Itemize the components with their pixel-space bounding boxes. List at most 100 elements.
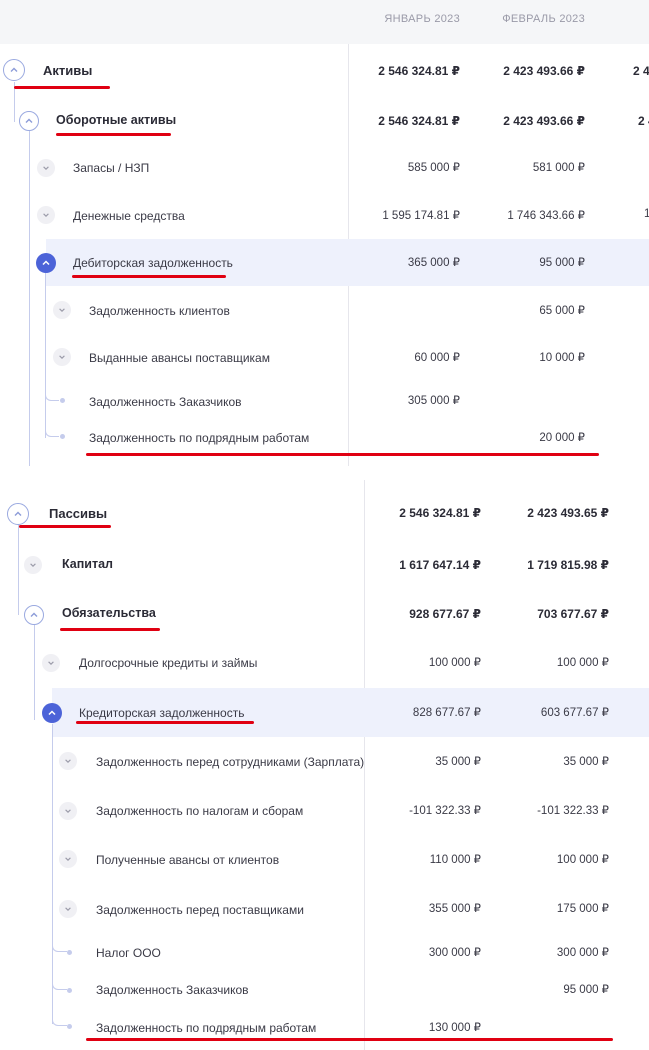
chevron-down-icon bbox=[59, 355, 65, 359]
chevron-down-icon bbox=[65, 857, 71, 861]
leaf-dot bbox=[67, 1024, 72, 1029]
expand-toggle-long-term-loans[interactable] bbox=[42, 654, 60, 672]
leaf-dot bbox=[60, 434, 65, 439]
collapse-toggle-current-assets[interactable] bbox=[19, 111, 39, 131]
leaf-dot bbox=[67, 950, 72, 955]
cell-inventory-jan: 585 000 ₽ bbox=[407, 162, 460, 174]
tree-line bbox=[34, 625, 35, 720]
chevron-down-icon bbox=[65, 907, 71, 911]
tree-elbow bbox=[52, 1016, 67, 1026]
panel-separator bbox=[0, 466, 649, 480]
chevron-down-icon bbox=[30, 563, 36, 567]
cell-contract-work-debt-l-jan: 130 000 ₽ bbox=[428, 1022, 481, 1034]
chevron-up-icon bbox=[25, 118, 33, 123]
tree-elbow bbox=[52, 980, 67, 990]
assets-panel: ЯНВАРЬ 2023 ФЕВРАЛЬ 2023 Активы 2 546 32… bbox=[0, 0, 649, 466]
chevron-down-icon bbox=[43, 166, 49, 170]
chevron-down-icon bbox=[59, 308, 65, 312]
chevron-up-icon bbox=[30, 612, 38, 617]
collapse-toggle-liabilities[interactable] bbox=[7, 503, 29, 525]
cell-salary-debt-feb: 35 000 ₽ bbox=[563, 756, 609, 768]
row-label-contract-work-debt-l: Задолженность по подрядным работам bbox=[96, 1021, 317, 1035]
row-label-advances-received: Полученные авансы от клиентов bbox=[96, 853, 280, 867]
tree-elbow bbox=[45, 428, 59, 437]
expand-toggle-client-debt[interactable] bbox=[53, 301, 71, 319]
collapse-toggle-assets[interactable] bbox=[3, 59, 25, 81]
chevron-down-icon bbox=[48, 661, 54, 665]
chevron-down-icon bbox=[65, 759, 71, 763]
cell-client-debt-feb: 65 000 ₽ bbox=[539, 305, 585, 317]
tree-line bbox=[45, 273, 46, 438]
cell-cash-overflow: 1 bbox=[644, 208, 649, 220]
expand-toggle-inventory[interactable] bbox=[37, 159, 55, 177]
cell-long-term-loans-feb: 100 000 ₽ bbox=[556, 657, 609, 669]
row-label-supplier-debt: Задолженность перед поставщиками bbox=[96, 903, 304, 917]
row-label-llc-tax: Налог ООО bbox=[96, 946, 161, 960]
expand-toggle-advances-received[interactable] bbox=[59, 850, 77, 868]
row-label-inventory: Запасы / НЗП bbox=[73, 161, 150, 175]
row-label-customer-debt: Задолженность Заказчиков bbox=[89, 395, 242, 409]
annotation-underline bbox=[86, 1038, 613, 1041]
expand-toggle-supplier-debt[interactable] bbox=[59, 900, 77, 918]
cell-customer-debt-jan: 305 000 ₽ bbox=[407, 395, 460, 407]
cell-supplier-debt-feb: 175 000 ₽ bbox=[556, 903, 609, 915]
cell-capital-feb: 1 719 815.98 ₽ bbox=[527, 558, 609, 572]
chevron-down-icon bbox=[43, 213, 49, 217]
cell-payables-jan: 828 677.67 ₽ bbox=[412, 707, 481, 719]
cell-llc-tax-jan: 300 000 ₽ bbox=[428, 947, 481, 959]
annotation-underline bbox=[14, 86, 110, 89]
cell-inventory-feb: 581 000 ₽ bbox=[532, 162, 585, 174]
leaf-dot bbox=[60, 398, 65, 403]
row-label-client-debt: Задолженность клиентов bbox=[89, 304, 230, 318]
expand-toggle-advances-paid[interactable] bbox=[53, 348, 71, 366]
cell-current-assets-feb: 2 423 493.66 ₽ bbox=[503, 114, 585, 128]
cell-assets-feb: 2 423 493.66 ₽ bbox=[503, 64, 585, 78]
cell-tax-debt-jan: -101 322.33 ₽ bbox=[409, 805, 481, 817]
cell-current-assets-overflow: 2 4 bbox=[638, 114, 649, 128]
tree-elbow bbox=[45, 393, 59, 401]
cell-cash-jan: 1 595 174.81 ₽ bbox=[382, 210, 460, 222]
cell-liabilities-jan: 2 546 324.81 ₽ bbox=[399, 506, 481, 520]
expand-toggle-cash[interactable] bbox=[37, 206, 55, 224]
tree-elbow bbox=[52, 942, 67, 952]
expand-toggle-capital[interactable] bbox=[24, 556, 42, 574]
liabilities-panel: Пассивы 2 546 324.81 ₽ 2 423 493.65 ₽ Ка… bbox=[0, 480, 649, 1050]
row-label-customer-debt-l: Задолженность Заказчиков bbox=[96, 983, 249, 997]
row-label-assets: Активы bbox=[43, 63, 93, 78]
leaf-dot bbox=[67, 988, 72, 993]
cell-advances-paid-jan: 60 000 ₽ bbox=[414, 352, 460, 364]
column-header-jan: ЯНВАРЬ 2023 bbox=[384, 13, 460, 25]
cell-customer-debt-l-feb: 95 000 ₽ bbox=[563, 984, 609, 996]
row-label-contract-work-debt: Задолженность по подрядным работам bbox=[89, 431, 310, 445]
cell-long-term-loans-jan: 100 000 ₽ bbox=[428, 657, 481, 669]
expand-toggle-tax-debt[interactable] bbox=[59, 802, 77, 820]
tree-line bbox=[29, 131, 30, 466]
row-label-liabilities: Пассивы bbox=[49, 506, 108, 521]
tree-line bbox=[18, 525, 19, 615]
chevron-up-icon bbox=[42, 260, 50, 266]
tree-line bbox=[52, 724, 53, 1024]
expand-toggle-salary-debt[interactable] bbox=[59, 752, 77, 770]
cell-liabilities-feb: 2 423 493.65 ₽ bbox=[527, 506, 609, 520]
cell-contract-work-debt-feb: 20 000 ₽ bbox=[539, 432, 585, 444]
cell-assets-overflow: 2 4 bbox=[633, 64, 649, 78]
annotation-underline bbox=[76, 721, 254, 724]
annotation-underline bbox=[86, 453, 599, 456]
collapse-toggle-obligations[interactable] bbox=[24, 605, 44, 625]
cell-advances-received-feb: 100 000 ₽ bbox=[556, 854, 609, 866]
cell-supplier-debt-jan: 355 000 ₽ bbox=[428, 903, 481, 915]
collapse-toggle-payables[interactable] bbox=[42, 703, 62, 723]
chevron-up-icon bbox=[14, 511, 22, 516]
cell-tax-debt-feb: -101 322.33 ₽ bbox=[537, 805, 609, 817]
column-header-bar: ЯНВАРЬ 2023 ФЕВРАЛЬ 2023 bbox=[0, 0, 649, 44]
row-label-tax-debt: Задолженность по налогам и сборам bbox=[96, 804, 304, 818]
cell-capital-jan: 1 617 647.14 ₽ bbox=[399, 558, 481, 572]
cell-llc-tax-feb: 300 000 ₽ bbox=[556, 947, 609, 959]
row-label-current-assets: Оборотные активы bbox=[56, 113, 177, 127]
cell-obligations-jan: 928 677.67 ₽ bbox=[409, 607, 481, 621]
chevron-up-icon bbox=[48, 710, 56, 716]
row-label-receivables: Дебиторская задолженность bbox=[73, 256, 233, 270]
collapse-toggle-receivables[interactable] bbox=[36, 253, 56, 273]
cell-salary-debt-jan: 35 000 ₽ bbox=[435, 756, 481, 768]
cell-current-assets-jan: 2 546 324.81 ₽ bbox=[378, 114, 460, 128]
